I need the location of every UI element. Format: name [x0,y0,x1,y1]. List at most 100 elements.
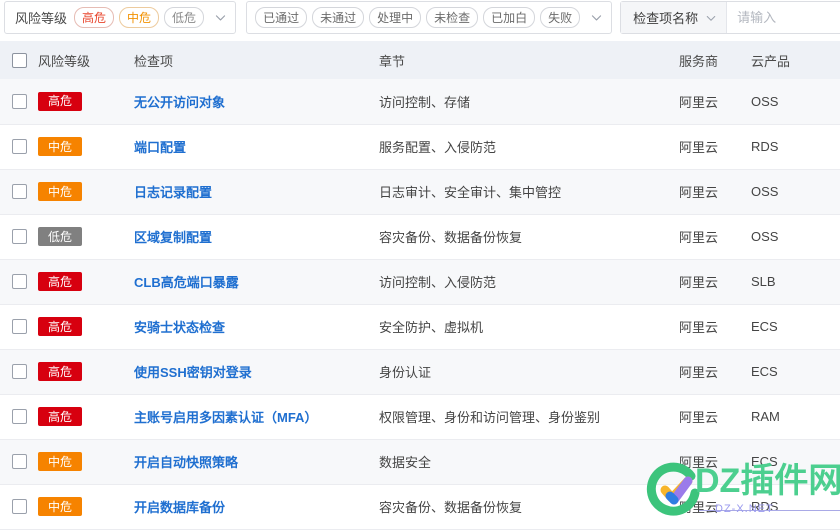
table-header-row: 风险等级 检查项 章节 服务商 云产品 [0,41,840,79]
column-header-product[interactable]: 云产品 [751,41,840,79]
check-item-link[interactable]: 主账号启用多因素认证（MFA） [134,410,317,425]
section-cell: 服务配置、入侵防范 [379,140,497,155]
section-cell: 访问控制、入侵防范 [379,275,497,290]
chevron-down-icon[interactable] [704,12,718,24]
risk-level-badge: 中危 [38,497,82,516]
row-checkbox[interactable] [12,499,27,514]
table-row[interactable]: 中危 端口配置 服务配置、入侵防范 阿里云 RDS [0,124,840,169]
risk-level-filter-label: 风险等级 [15,11,68,26]
risk-level-badge: 高危 [38,91,82,111]
status-filter-group[interactable]: 已通过 未通过 处理中 未检查 已加白 失败 [246,1,613,34]
product-cell: ECS [751,364,778,379]
column-header-risk[interactable]: 风险等级 [38,41,134,79]
check-item-cell: 开启数据库备份 [134,484,379,529]
search-field-select-label: 检查项名称 [633,11,699,26]
table-row[interactable]: 低危 区域复制配置 容灾备份、数据备份恢复 阿里云 OSS [0,214,840,259]
column-header-provider[interactable]: 服务商 [679,41,751,79]
check-item-link[interactable]: 区域复制配置 [134,230,212,245]
row-select-cell [0,304,38,349]
check-item-link[interactable]: 使用SSH密钥对登录 [134,365,252,380]
table-row[interactable]: 高危 安骑士状态检查 安全防护、虚拟机 阿里云 ECS [0,304,840,349]
row-checkbox[interactable] [12,274,27,289]
provider-cell: 阿里云 [679,185,719,200]
check-item-link[interactable]: 端口配置 [134,140,186,155]
status-chip-failed[interactable]: 失败 [540,7,581,28]
section-cell: 容灾备份、数据备份恢复 [379,230,523,245]
risk-chip-high[interactable]: 高危 [74,7,115,28]
row-checkbox[interactable] [12,319,27,334]
table-row[interactable]: 高危 CLB高危端口暴露 访问控制、入侵防范 阿里云 SLB [0,259,840,304]
status-chip-unchecked[interactable]: 未检查 [426,7,479,28]
risk-level-cell: 中危 [38,484,134,529]
check-item-cell: 区域复制配置 [134,214,379,259]
check-item-link[interactable]: 安骑士状态检查 [134,320,225,335]
product-cell: OSS [751,229,779,244]
row-checkbox[interactable] [12,364,27,379]
check-item-link[interactable]: 日志记录配置 [134,185,212,200]
provider-cell: 阿里云 [679,275,719,290]
provider-cell: 阿里云 [679,140,719,155]
check-item-cell: 开启自动快照策略 [134,439,379,484]
product-cell: ECS [751,454,778,469]
product-cell: OSS [751,184,779,199]
risk-chip-low[interactable]: 低危 [164,7,205,28]
risk-level-cell: 高危 [38,394,134,439]
table-row[interactable]: 高危 无公开访问对象 访问控制、存储 阿里云 OSS [0,79,840,124]
row-checkbox[interactable] [12,229,27,244]
risk-level-badge: 中危 [38,137,82,156]
chevron-down-icon[interactable] [585,11,607,24]
status-chip-whitelisted[interactable]: 已加白 [483,7,536,28]
risk-level-filter-group[interactable]: 风险等级 高危 中危 低危 [4,1,237,34]
row-checkbox[interactable] [12,454,27,469]
row-select-cell [0,484,38,529]
table-header: 风险等级 检查项 章节 服务商 云产品 [0,41,840,79]
row-checkbox[interactable] [12,139,27,154]
table-row[interactable]: 中危 日志记录配置 日志审计、安全审计、集中管控 阿里云 OSS [0,169,840,214]
provider-cell: 阿里云 [679,410,719,425]
row-checkbox[interactable] [12,93,27,109]
section-cell: 安全防护、虚拟机 [379,320,484,335]
risk-level-badge: 高危 [38,407,82,426]
section-cell: 数据安全 [379,455,432,470]
risk-level-badge: 高危 [38,362,82,381]
risk-level-cell: 低危 [38,214,134,259]
row-select-cell [0,79,38,124]
status-chip-not-passed[interactable]: 未通过 [312,7,365,28]
check-item-link[interactable]: 开启数据库备份 [134,500,225,515]
search-field-select[interactable]: 检查项名称 [621,2,728,33]
row-checkbox[interactable] [12,409,27,424]
chevron-down-icon[interactable] [209,11,231,24]
column-header-item[interactable]: 检查项 [134,41,379,79]
provider-cell: 阿里云 [679,94,719,110]
table-row[interactable]: 中危 开启数据库备份 容灾备份、数据备份恢复 阿里云 RDS [0,484,840,529]
risk-level-cell: 中危 [38,169,134,214]
row-checkbox[interactable] [12,184,27,199]
status-chip-passed[interactable]: 已通过 [255,7,308,28]
check-item-cell: 端口配置 [134,124,379,169]
risk-level-badge: 高危 [38,272,82,291]
check-item-link[interactable]: CLB高危端口暴露 [134,275,239,290]
select-all-header [0,41,38,79]
provider-cell: 阿里云 [679,455,719,470]
check-item-cell: 安骑士状态检查 [134,304,379,349]
status-chip-processing[interactable]: 处理中 [369,7,422,28]
risk-level-badge: 中危 [38,452,82,471]
search-filter-group[interactable]: 检查项名称 [620,1,840,34]
table-row[interactable]: 高危 使用SSH密钥对登录 身份认证 阿里云 ECS [0,349,840,394]
row-select-cell [0,124,38,169]
risk-chip-mid[interactable]: 中危 [119,7,160,28]
check-item-link[interactable]: 无公开访问对象 [134,95,225,110]
table-row[interactable]: 中危 开启自动快照策略 数据安全 阿里云 ECS [0,439,840,484]
table-row[interactable]: 高危 主账号启用多因素认证（MFA） 权限管理、身份和访问管理、身份鉴别 阿里云 RAM [0,394,840,439]
select-all-checkbox[interactable] [12,52,27,68]
risk-level-cell: 中危 [38,124,134,169]
risk-level-badge: 低危 [38,227,82,246]
risk-level-cell: 高危 [38,349,134,394]
table-body: 高危 无公开访问对象 访问控制、存储 阿里云 OSS 中危 端口配置 服务配置、入侵防范 阿里云… [0,79,840,529]
search-input[interactable] [727,2,840,33]
check-item-link[interactable]: 开启自动快照策略 [134,455,238,470]
row-select-cell [0,169,38,214]
risk-level-cell: 高危 [38,259,134,304]
provider-cell: 阿里云 [679,230,719,245]
column-header-section[interactable]: 章节 [379,41,679,79]
